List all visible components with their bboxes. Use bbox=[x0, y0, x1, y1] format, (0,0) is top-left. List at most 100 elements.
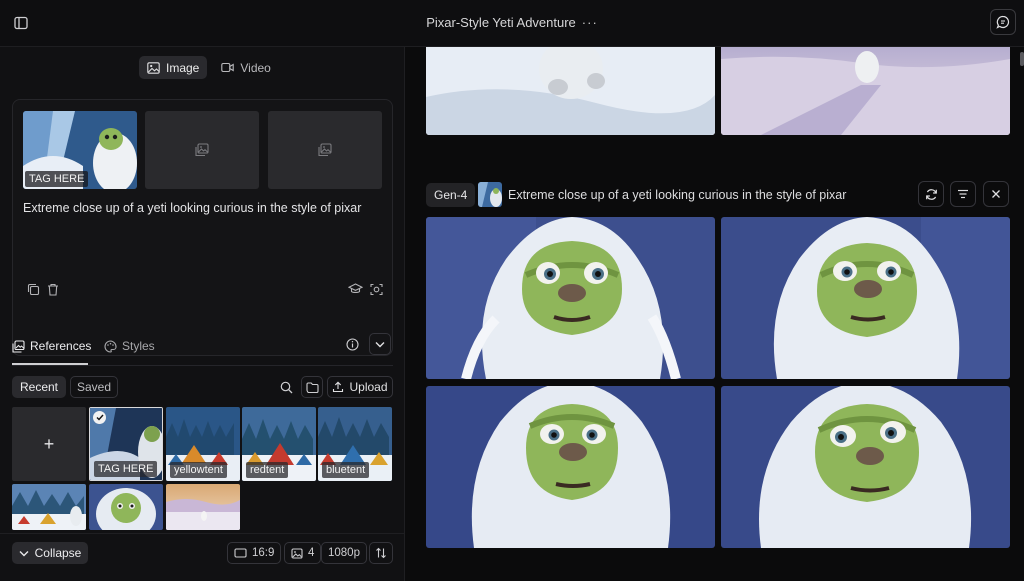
upload-button[interactable]: Upload bbox=[327, 376, 393, 398]
filter-saved[interactable]: Saved bbox=[70, 376, 118, 398]
tab-references[interactable]: References bbox=[12, 339, 91, 353]
folder-icon bbox=[305, 381, 319, 393]
collapse-button[interactable]: Collapse bbox=[12, 542, 88, 564]
reference-thumb-bluetent[interactable]: bluetent bbox=[318, 407, 392, 481]
reference-thumb-redtent[interactable]: redtent bbox=[242, 407, 316, 481]
add-image-icon bbox=[318, 143, 332, 157]
menu-icon bbox=[958, 189, 968, 199]
tab-image[interactable]: Image bbox=[139, 56, 208, 79]
palette-icon bbox=[104, 339, 117, 353]
expand-references-button[interactable] bbox=[369, 333, 391, 355]
reference-tabs: References Styles bbox=[12, 333, 393, 366]
more-options-icon[interactable]: ··· bbox=[582, 15, 598, 30]
mode-tabs: Image Video bbox=[139, 56, 279, 79]
bottom-toolbar: Collapse 16:9 4 1080p bbox=[0, 533, 405, 581]
search-references-button[interactable] bbox=[278, 379, 294, 395]
previous-generation-image-2[interactable] bbox=[721, 47, 1010, 135]
prompt-input[interactable]: Extreme close up of a yeti looking curio… bbox=[23, 201, 361, 215]
upload-icon bbox=[333, 381, 344, 393]
previous-generation-image-1[interactable] bbox=[426, 47, 715, 135]
resolution-select[interactable]: 1080p bbox=[321, 542, 367, 564]
generation-panel: Gen-4 Extreme close up of a yeti looking… bbox=[406, 47, 1024, 581]
aspect-ratio-icon bbox=[234, 548, 247, 558]
add-image-icon bbox=[195, 143, 209, 157]
aspect-ratio-select[interactable]: 16:9 bbox=[227, 542, 282, 564]
plus-icon: + bbox=[43, 433, 55, 454]
reference-slot-1[interactable]: TAG HERE bbox=[23, 111, 137, 189]
filter-recent[interactable]: Recent bbox=[12, 376, 66, 398]
aspect-ratio-value: 16:9 bbox=[252, 547, 275, 559]
refresh-icon bbox=[925, 188, 937, 200]
left-panel: Image Video TAG HERE Extreme close up of… bbox=[0, 47, 405, 581]
close-icon bbox=[992, 190, 1000, 198]
learn-button[interactable] bbox=[347, 281, 363, 297]
reference-image bbox=[89, 484, 163, 530]
reference-label: yellowtent bbox=[170, 462, 227, 478]
search-icon bbox=[280, 381, 292, 393]
references-icon bbox=[12, 339, 25, 353]
chevron-down-icon bbox=[375, 341, 385, 347]
add-reference-button[interactable]: + bbox=[12, 407, 86, 481]
graduation-cap-icon bbox=[347, 283, 363, 294]
generated-image-3[interactable] bbox=[426, 386, 715, 548]
reference-image bbox=[166, 484, 240, 530]
delete-button[interactable] bbox=[45, 281, 61, 297]
project-title[interactable]: Pixar-Style Yeti Adventure ··· bbox=[0, 15, 1024, 30]
image-count-value: 4 bbox=[308, 547, 315, 559]
divider bbox=[12, 365, 393, 366]
prompt-card: TAG HERE Extreme close up of a yeti look… bbox=[12, 99, 393, 356]
folder-button[interactable] bbox=[301, 376, 323, 398]
reference-label: redtent bbox=[246, 462, 289, 478]
reference-slot-3[interactable] bbox=[268, 111, 382, 189]
duplicate-button[interactable] bbox=[25, 281, 41, 297]
image-count-select[interactable]: 4 bbox=[284, 542, 322, 564]
tab-video-label: Video bbox=[240, 60, 271, 75]
scrollbar-thumb[interactable] bbox=[1020, 52, 1024, 66]
reference-label: TAG HERE bbox=[94, 461, 158, 477]
focus-button[interactable] bbox=[368, 281, 384, 297]
yeti-closeup-image bbox=[426, 386, 715, 548]
info-icon bbox=[345, 337, 359, 351]
reference-slot-2[interactable] bbox=[145, 111, 259, 189]
details-button[interactable] bbox=[950, 181, 976, 207]
chevron-down-icon bbox=[19, 550, 29, 556]
project-title-text: Pixar-Style Yeti Adventure bbox=[426, 15, 576, 30]
reference-thumb-yeti-face[interactable] bbox=[89, 484, 163, 530]
generation-reference-thumb[interactable] bbox=[478, 182, 502, 207]
reference-label: bluetent bbox=[322, 462, 370, 478]
tab-image-label: Image bbox=[166, 60, 200, 75]
top-bar: Pixar-Style Yeti Adventure ··· bbox=[0, 0, 1024, 47]
image-count-icon bbox=[291, 547, 303, 559]
upload-label: Upload bbox=[349, 380, 388, 394]
generation-prompt: Extreme close up of a yeti looking curio… bbox=[508, 188, 847, 202]
yeti-closeup-image bbox=[426, 217, 715, 379]
close-generation-button[interactable] bbox=[983, 181, 1009, 207]
yeti-closeup-image bbox=[721, 386, 1010, 548]
chat-button[interactable] bbox=[990, 9, 1016, 35]
reference-thumb-camp[interactable] bbox=[12, 484, 86, 530]
scan-icon bbox=[369, 283, 383, 295]
yeti-snow-image bbox=[426, 47, 715, 135]
tab-styles-label: Styles bbox=[122, 339, 155, 353]
tab-video[interactable]: Video bbox=[213, 56, 278, 79]
model-badge: Gen-4 bbox=[426, 183, 476, 207]
reference-thumb-tag-here[interactable]: TAG HERE bbox=[89, 407, 163, 481]
tab-styles[interactable]: Styles bbox=[104, 339, 155, 353]
reference-thumb-yellowtent[interactable]: yellowtent bbox=[166, 407, 240, 481]
sort-icon bbox=[376, 547, 386, 559]
generated-image-1[interactable] bbox=[426, 217, 715, 379]
reference-thumb-sunset[interactable] bbox=[166, 484, 240, 530]
chat-icon bbox=[996, 15, 1010, 29]
generation-header: Gen-4 Extreme close up of a yeti looking… bbox=[426, 181, 1010, 209]
generated-image-4[interactable] bbox=[721, 386, 1010, 548]
image-icon bbox=[147, 61, 160, 74]
regenerate-button[interactable] bbox=[918, 181, 944, 207]
copy-icon bbox=[27, 283, 39, 295]
info-button[interactable] bbox=[344, 336, 360, 352]
trash-icon bbox=[48, 283, 58, 296]
tab-references-label: References bbox=[30, 339, 92, 353]
generated-image-2[interactable] bbox=[721, 217, 1010, 379]
yeti-footprints-image bbox=[721, 47, 1010, 135]
settings-button[interactable] bbox=[369, 542, 393, 564]
reference-thumbnail-image bbox=[478, 182, 502, 207]
